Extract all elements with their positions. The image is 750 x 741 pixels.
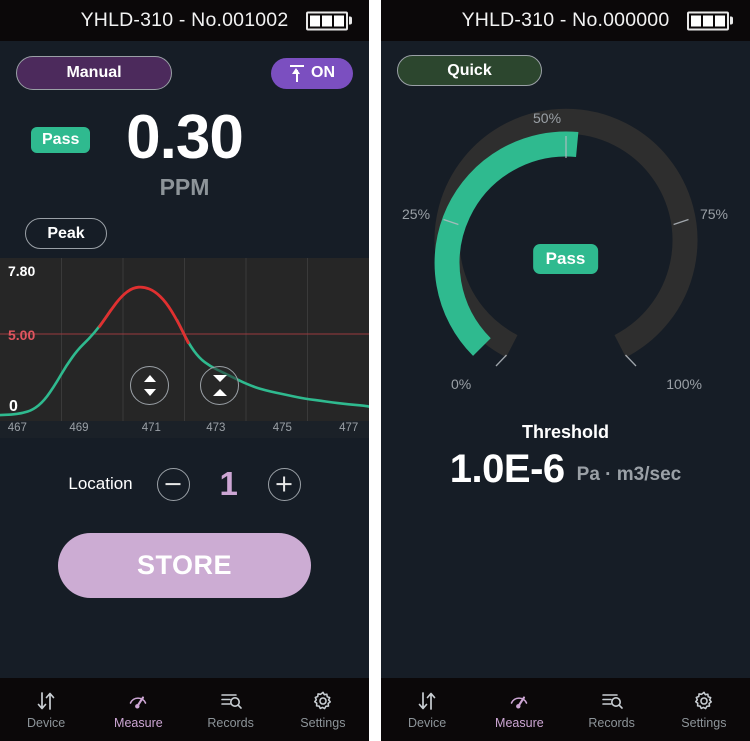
records-search-icon-right [600,690,624,712]
location-stepper: Location 1 [0,465,369,503]
gauge-tick-50: 50% [533,110,562,126]
reading-value: 0.30 [126,103,244,172]
nav-label-device-right: Device [408,715,447,730]
nav-item-settings[interactable]: Settings [277,690,369,730]
device-title: YHLD-310 - No.001002 [80,9,289,31]
gear-icon-right [693,690,715,712]
transfer-arrows-icon [35,690,57,712]
nav-item-records[interactable]: Records [185,690,277,730]
reading-section: Pass 0.30 PPM [0,103,369,212]
gauge-tick-25: 25% [402,206,431,222]
status-bar: YHLD-310 - No.001002 [0,0,369,41]
battery-icon-right [687,11,733,30]
bottom-nav-right: Device Measure Records Settings [381,678,750,741]
threshold-title: Threshold [521,422,609,442]
nav-label-settings: Settings [300,715,346,730]
chart-threshold-label: 5.00 [8,327,36,343]
nav-label-records-right: Records [588,715,635,730]
x-tick-5: 477 [339,422,359,434]
status-bar-right: YHLD-310 - No.000000 [381,0,750,41]
nav-label-measure: Measure [114,715,163,730]
nav-item-records-right[interactable]: Records [566,690,658,730]
x-tick-4: 475 [272,422,292,434]
reading-unit: PPM [159,174,210,200]
threshold-unit: Pa · m3/sec [576,464,682,485]
chart-control-buttons [0,366,369,405]
bottom-nav-left: Device Measure Records Settings [0,678,369,741]
gear-icon [312,690,334,712]
chart-x-axis: 467 469 471 473 475 477 [0,421,369,438]
device-title-right: YHLD-310 - No.000000 [461,9,670,31]
nav-item-settings-right[interactable]: Settings [658,690,750,730]
gauge-tick-0: 0% [451,376,472,392]
threshold-value: 1.0E-6 [449,447,565,491]
vertical-zoom-icon[interactable] [130,366,169,405]
power-toggle-on-button[interactable]: ON [271,57,353,89]
mode-button-manual[interactable]: Manual [16,56,172,90]
x-tick-2: 471 [141,422,161,434]
nav-item-device-right[interactable]: Device [381,690,473,730]
threshold-row: 1.0E-6 Pa · m3/sec [381,449,750,489]
phone-screen-measure-quick: YHLD-310 - No.000000 Quick 0% 25% 50% 75… [381,0,750,741]
mode-row: Manual ON [0,41,369,90]
upload-icon [289,64,305,82]
store-row: STORE [0,533,369,598]
x-tick-0: 467 [7,422,27,434]
location-label: Location [68,474,133,493]
nav-label-records: Records [207,715,254,730]
horizontal-zoom-icon[interactable] [200,366,239,405]
nav-label-device: Device [27,715,66,730]
location-value: 1 [219,465,238,502]
peak-button[interactable]: Peak [25,218,107,249]
transfer-arrows-icon-right [416,690,438,712]
mode-row-right: Quick [381,41,750,86]
gauge-icon [126,690,150,712]
gauge-icon-right [507,690,531,712]
nav-label-measure-right: Measure [495,715,544,730]
nav-label-settings-right: Settings [681,715,727,730]
mode-button-quick[interactable]: Quick [397,55,542,86]
power-toggle-label: ON [311,64,335,81]
chart-y-max-label: 7.80 [8,263,36,279]
x-tick-3: 473 [206,422,226,434]
screens-container: YHLD-310 - No.001002 Manual ON Pass 0.30… [0,0,750,741]
gauge-status-badge: Pass [532,244,599,274]
nav-item-device[interactable]: Device [0,690,92,730]
gauge-tick-75: 75% [699,206,728,222]
records-search-icon [219,690,243,712]
leak-gauge: 0% 25% 50% 75% 100% Pass [381,98,750,398]
measurement-chart[interactable]: 7.80 5.00 0 467 469 471 473 475 477 [0,258,369,438]
nav-item-measure-right[interactable]: Measure [473,690,565,730]
location-decrement-button[interactable] [156,467,190,501]
nav-item-measure[interactable]: Measure [92,690,184,730]
phone-screen-measure-manual: YHLD-310 - No.001002 Manual ON Pass 0.30… [0,0,369,741]
store-button[interactable]: STORE [58,533,311,598]
location-increment-button[interactable] [267,467,301,501]
x-tick-1: 469 [69,422,89,434]
battery-icon [306,11,352,30]
gauge-tick-100: 100% [666,376,702,392]
